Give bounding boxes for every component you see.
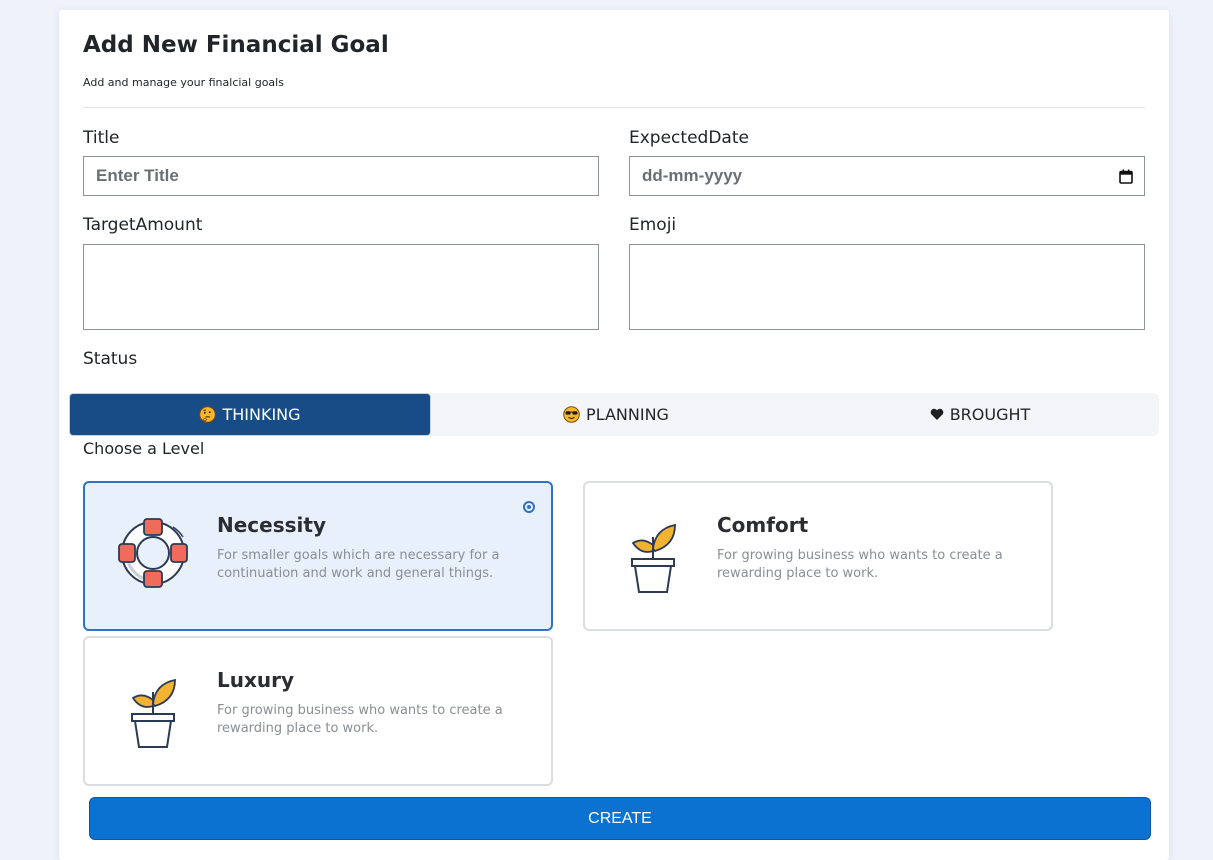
create-button[interactable]: CREATE xyxy=(89,797,1151,840)
level-name-necessity: Necessity xyxy=(217,513,326,537)
sunglasses-face-icon xyxy=(563,406,580,423)
lifebuoy-icon xyxy=(113,513,193,593)
status-tabs: THINKING PLANNING BROUGHT xyxy=(69,393,1159,436)
selected-radio-indicator xyxy=(523,501,535,513)
goal-form-card: Add New Financial Goal Add and manage yo… xyxy=(59,10,1169,860)
level-desc-luxury: For growing business who wants to create… xyxy=(217,703,503,736)
page-title: Add New Financial Goal xyxy=(83,32,389,58)
calendar-icon[interactable] xyxy=(1119,169,1133,184)
target-amount-label: TargetAmount xyxy=(83,215,203,235)
expected-date-label: ExpectedDate xyxy=(629,128,749,148)
status-label: Status xyxy=(83,349,138,369)
level-name-luxury: Luxury xyxy=(217,668,295,692)
title-input[interactable] xyxy=(96,166,586,186)
tab-thinking[interactable]: THINKING xyxy=(69,393,431,436)
expected-date-placeholder: dd-mm-yyyy xyxy=(642,166,743,185)
level-desc-necessity: For smaller goals which are necessary fo… xyxy=(217,548,500,581)
title-label: Title xyxy=(83,128,120,148)
tab-brought[interactable]: BROUGHT xyxy=(801,393,1159,436)
thinking-face-icon xyxy=(199,406,217,423)
level-card-luxury[interactable]: Luxury For growing business who wants to… xyxy=(83,636,553,786)
expected-date-input[interactable]: dd-mm-yyyy xyxy=(629,156,1145,196)
tab-planning[interactable]: PLANNING xyxy=(431,393,801,436)
level-desc-comfort: For growing business who wants to create… xyxy=(717,548,1003,581)
emoji-input[interactable] xyxy=(629,244,1145,330)
title-field-wrap xyxy=(83,156,599,196)
plant-pot-icon xyxy=(113,668,193,748)
level-name-comfort: Comfort xyxy=(717,513,809,537)
target-amount-input[interactable] xyxy=(83,244,599,330)
header-divider xyxy=(83,107,1145,108)
tab-planning-label: PLANNING xyxy=(586,405,669,424)
plant-pot-icon xyxy=(613,513,693,593)
level-label: Choose a Level xyxy=(83,439,205,458)
tab-thinking-label: THINKING xyxy=(222,405,301,424)
level-card-comfort[interactable]: Comfort For growing business who wants t… xyxy=(583,481,1053,631)
level-card-necessity[interactable]: Necessity For smaller goals which are ne… xyxy=(83,481,553,631)
emoji-label: Emoji xyxy=(629,215,677,235)
tab-brought-label: BROUGHT xyxy=(949,405,1031,424)
heart-icon xyxy=(930,408,943,420)
page-subtitle: Add and manage your finalcial goals xyxy=(83,76,284,89)
